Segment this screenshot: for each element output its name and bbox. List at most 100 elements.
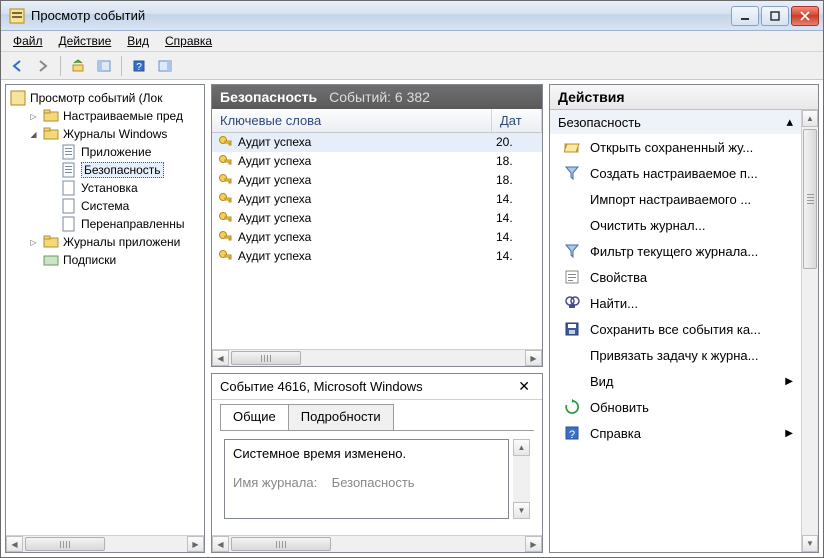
actions-vscroll[interactable]: ▲ ▼ <box>801 110 818 552</box>
show-hide-actions-button[interactable] <box>153 55 177 77</box>
tree-hscroll[interactable]: ◀ ▶ <box>6 535 204 552</box>
close-button[interactable] <box>791 6 819 26</box>
actions-section-header[interactable]: Безопасность ▴ <box>550 110 801 134</box>
actions-panel: Действия Безопасность ▴ Открыть сохранен… <box>549 84 819 553</box>
event-row[interactable]: Аудит успеха14. <box>212 209 542 228</box>
blank-icon <box>564 191 580 207</box>
event-text: Аудит успеха <box>238 173 490 187</box>
actions-section-label: Безопасность <box>558 115 786 130</box>
scroll-down-icon[interactable]: ▼ <box>802 535 818 552</box>
tree-custom-views[interactable]: ▷ Настраиваемые пред <box>26 107 202 125</box>
blank-icon <box>564 217 580 233</box>
detail-hscroll[interactable]: ◀ ▶ <box>212 535 542 552</box>
log-icon <box>61 162 77 178</box>
scroll-right-icon[interactable]: ▶ <box>525 536 542 552</box>
expand-icon[interactable]: ▷ <box>28 111 39 122</box>
event-row[interactable]: Аудит успеха14. <box>212 190 542 209</box>
action-item[interactable]: Создать настраиваемое п... <box>550 160 801 186</box>
up-button[interactable] <box>66 55 90 77</box>
close-detail-button[interactable]: ✕ <box>514 378 534 395</box>
back-button[interactable] <box>5 55 29 77</box>
action-item[interactable]: Очистить журнал... <box>550 212 801 238</box>
event-row[interactable]: Аудит успеха20. <box>212 133 542 152</box>
tree-app-logs[interactable]: ▷ Журналы приложени <box>26 233 202 251</box>
events-hscroll[interactable]: ◀ ▶ <box>212 349 542 366</box>
action-label: Обновить <box>590 400 793 415</box>
action-item[interactable]: Привязать задачу к журна... <box>550 342 801 368</box>
menu-action[interactable]: Действие <box>53 32 118 50</box>
events-list[interactable]: Аудит успеха20.Аудит успеха18.Аудит успе… <box>212 133 542 349</box>
scroll-right-icon[interactable]: ▶ <box>187 536 204 552</box>
tree-app-label: Приложение <box>81 145 151 159</box>
window-controls <box>731 6 819 26</box>
action-item[interactable]: ?Справка▶ <box>550 420 801 446</box>
tab-details[interactable]: Подробности <box>288 404 394 430</box>
forward-button[interactable] <box>31 55 55 77</box>
folder-open-icon <box>564 139 580 155</box>
menu-help[interactable]: Справка <box>159 32 218 50</box>
event-text: Аудит успеха <box>238 154 490 168</box>
tree-forwarded[interactable]: Перенаправленны <box>44 215 202 233</box>
log-icon <box>61 216 77 232</box>
key-icon <box>218 211 232 225</box>
show-hide-tree-button[interactable] <box>92 55 116 77</box>
scroll-left-icon[interactable]: ◀ <box>6 536 23 552</box>
action-item[interactable]: Открыть сохраненный жу... <box>550 134 801 160</box>
tree-subscriptions[interactable]: Подписки <box>26 251 202 269</box>
tree-root[interactable]: Просмотр событий (Лок <box>8 89 202 107</box>
scroll-left-icon[interactable]: ◀ <box>212 350 229 366</box>
menu-view[interactable]: Вид <box>121 32 155 50</box>
scroll-up-icon[interactable]: ▲ <box>513 439 530 456</box>
svg-text:?: ? <box>136 62 142 73</box>
action-label: Свойства <box>590 270 793 285</box>
action-item[interactable]: Найти... <box>550 290 801 316</box>
tree-setup[interactable]: Установка <box>44 179 202 197</box>
detail-tabs: Общие Подробности <box>212 400 542 430</box>
tree-windows-logs[interactable]: ◢ Журналы Windows <box>26 125 202 143</box>
col-keywords[interactable]: Ключевые слова <box>212 109 492 132</box>
scroll-down-icon[interactable]: ▼ <box>513 502 530 519</box>
event-text: Аудит успеха <box>238 230 490 244</box>
collapse-icon[interactable]: ◢ <box>28 129 39 140</box>
action-item[interactable]: Свойства <box>550 264 801 290</box>
detail-header: Событие 4616, Microsoft Windows ✕ <box>212 374 542 400</box>
scroll-up-icon[interactable]: ▲ <box>802 110 818 127</box>
action-item[interactable]: Импорт настраиваемого ... <box>550 186 801 212</box>
main-area: Просмотр событий (Лок ▷ Настраиваемые пр… <box>1 80 823 557</box>
tree-system-label: Система <box>81 199 129 213</box>
action-item[interactable]: Фильтр текущего журнала... <box>550 238 801 264</box>
scroll-left-icon[interactable]: ◀ <box>212 536 229 552</box>
log-icon <box>61 144 77 160</box>
event-date: 14. <box>496 230 536 244</box>
tree-application[interactable]: Приложение <box>44 143 202 161</box>
scroll-right-icon[interactable]: ▶ <box>525 350 542 366</box>
filter-new-icon <box>564 165 580 181</box>
event-text: Аудит успеха <box>238 211 490 225</box>
tree-system[interactable]: Система <box>44 197 202 215</box>
help-button[interactable]: ? <box>127 55 151 77</box>
detail-vscroll[interactable]: ▲ ▼ <box>513 439 530 519</box>
event-row[interactable]: Аудит успеха14. <box>212 247 542 266</box>
event-row[interactable]: Аудит успеха18. <box>212 171 542 190</box>
action-item[interactable]: Сохранить все события ка... <box>550 316 801 342</box>
titlebar: Просмотр событий <box>1 1 823 31</box>
event-date: 14. <box>496 249 536 263</box>
tree-root-label: Просмотр событий (Лок <box>30 91 162 105</box>
tree-security[interactable]: Безопасность <box>44 161 202 179</box>
save-icon <box>564 321 580 337</box>
col-date[interactable]: Дат <box>492 109 542 132</box>
action-item[interactable]: Вид▶ <box>550 368 801 394</box>
minimize-button[interactable] <box>731 6 759 26</box>
expand-icon[interactable]: ▷ <box>28 237 39 248</box>
actions-title: Действия <box>550 85 818 110</box>
maximize-button[interactable] <box>761 6 789 26</box>
menu-file[interactable]: Файл <box>7 32 49 50</box>
tab-general[interactable]: Общие <box>220 404 289 430</box>
toolbar-separator <box>60 56 61 76</box>
action-label: Вид <box>590 374 775 389</box>
event-row[interactable]: Аудит успеха 14. <box>212 228 542 247</box>
action-item[interactable]: Обновить <box>550 394 801 420</box>
folder-icon <box>43 126 59 142</box>
event-row[interactable]: Аудит успеха18. <box>212 152 542 171</box>
action-label: Найти... <box>590 296 793 311</box>
